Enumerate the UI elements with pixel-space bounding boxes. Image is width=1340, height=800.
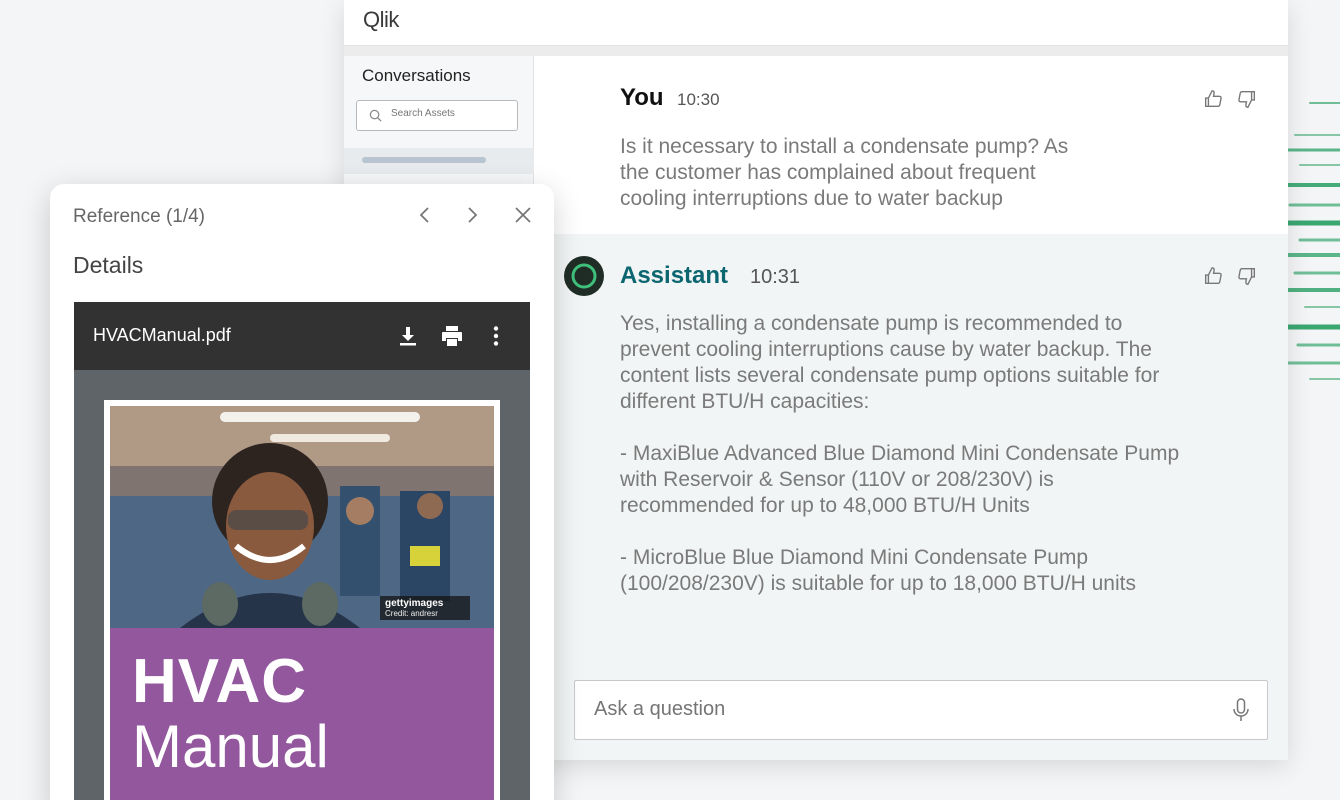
more-options-icon[interactable] [484,324,508,348]
conversation-item[interactable] [344,148,534,174]
thumbs-up-icon[interactable] [1202,265,1224,287]
sidebar-title: Conversations [362,66,471,85]
logo-text: Qlik [363,7,399,32]
chat-area: You 10:30 Is it necessary to install a c… [535,56,1288,760]
cover-title-block: HVAC Manual [110,628,494,800]
top-bar: Qlik [344,0,1288,46]
pdf-toolbar: HVACManual.pdf [74,302,530,370]
header-divider [344,46,1288,56]
reference-panel: Reference (1/4) Details HVACManual.pdf g… [50,184,554,800]
download-icon[interactable] [396,324,420,348]
qlik-logo[interactable]: Qlik [363,7,399,33]
details-heading: Details [73,252,144,278]
cover-photo: gettyimages Credit: andresr [110,406,494,628]
getty-watermark: gettyimages Credit: andresr [380,596,470,620]
cover-title-line1: HVAC [132,647,308,716]
search-icon [369,109,382,122]
thumbs-down-icon[interactable] [1236,265,1258,287]
pdf-file-name: HVACManual.pdf [93,325,231,345]
watermark-credit: Credit: andresr [385,609,438,618]
assistant-avatar [564,256,604,296]
message-time: 10:31 [750,266,801,288]
message-time: 10:30 [677,90,720,109]
search-box[interactable] [356,100,518,131]
assistant-logo-icon [571,263,597,289]
search-input[interactable] [391,108,511,119]
feedback-buttons [1202,265,1258,287]
pdf-page: gettyimages Credit: andresr HVAC Manual [104,400,500,800]
chevron-right-icon[interactable] [461,204,483,226]
cover-title-line2: Manual [132,713,329,780]
reference-title: Reference (1/4) [73,206,206,227]
worker-photo-illustration [110,406,494,628]
thumbs-down-icon[interactable] [1236,88,1258,110]
watermark-brand: gettyimages [385,598,444,609]
feedback-buttons [1202,88,1258,110]
thumbs-up-icon[interactable] [1202,88,1224,110]
message-text: Yes, installing a condensate pump is rec… [620,312,1180,595]
message-author: Assistant [620,262,729,289]
print-icon[interactable] [440,324,464,348]
conversation-item-placeholder [362,157,486,163]
ask-question-box[interactable] [574,680,1268,740]
close-icon[interactable] [512,204,534,226]
chevron-left-icon[interactable] [414,204,436,226]
microphone-icon[interactable] [1232,698,1250,722]
pdf-viewer: HVACManual.pdf gettyimages Credit: andre… [74,302,530,800]
message-text: Is it necessary to install a condensate … [620,135,1069,210]
question-input[interactable] [594,698,1194,721]
user-message: You 10:30 Is it necessary to install a c… [535,56,1288,234]
message-author: You [620,84,664,111]
